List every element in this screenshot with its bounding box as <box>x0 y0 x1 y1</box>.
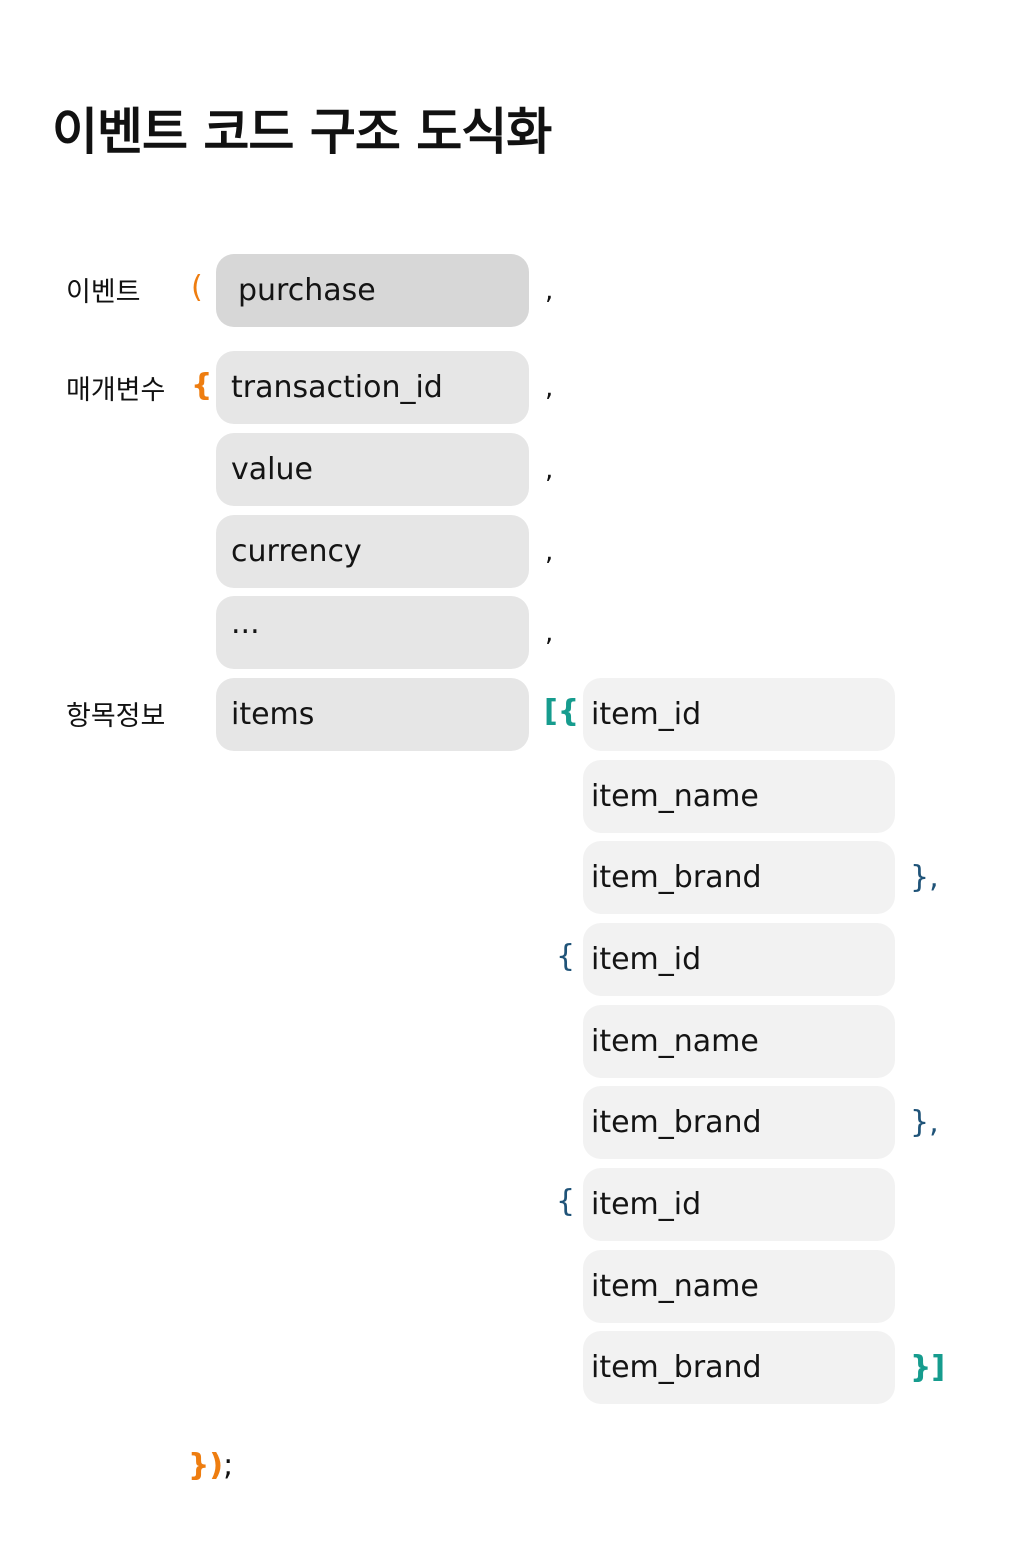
param-box: value <box>216 433 529 506</box>
object-close-brace: }, <box>910 860 939 895</box>
comma: , <box>545 618 554 648</box>
label-event: 이벤트 <box>66 277 141 308</box>
item-field-box: item_name <box>583 1005 895 1078</box>
closing-brace-paren: }) <box>188 1448 224 1483</box>
closing-brackets: }); <box>188 1448 233 1483</box>
object-close-brace: }, <box>910 1105 939 1140</box>
label-items: 항목정보 <box>66 701 166 732</box>
comma: , <box>545 455 554 485</box>
item-field-box: item_brand <box>583 841 895 914</box>
event-name-box: purchase <box>216 254 529 327</box>
comma: , <box>545 373 554 403</box>
open-array-bracket: [{ <box>544 694 580 729</box>
items-key-box: items <box>216 678 529 751</box>
item-field-box: item_id <box>583 678 895 751</box>
array-close-bracket: }] <box>910 1350 946 1385</box>
object-open-brace: { <box>556 939 576 974</box>
label-params: 매개변수 <box>66 375 166 406</box>
comma: , <box>545 537 554 567</box>
item-field-box: item_brand <box>583 1086 895 1159</box>
param-box: transaction_id <box>216 351 529 424</box>
object-open-brace: { <box>556 1184 576 1219</box>
param-box: currency <box>216 515 529 588</box>
item-field-box: item_brand <box>583 1331 895 1404</box>
open-paren: ( <box>191 270 203 305</box>
page-title: 이벤트 코드 구조 도식화 <box>52 103 552 161</box>
param-box: ... <box>216 596 529 669</box>
open-brace: { <box>191 368 213 403</box>
item-field-box: item_name <box>583 760 895 833</box>
item-field-box: item_id <box>583 1168 895 1241</box>
item-field-box: item_id <box>583 923 895 996</box>
semicolon: ; <box>223 1448 234 1483</box>
item-field-box: item_name <box>583 1250 895 1323</box>
comma: , <box>545 276 554 306</box>
